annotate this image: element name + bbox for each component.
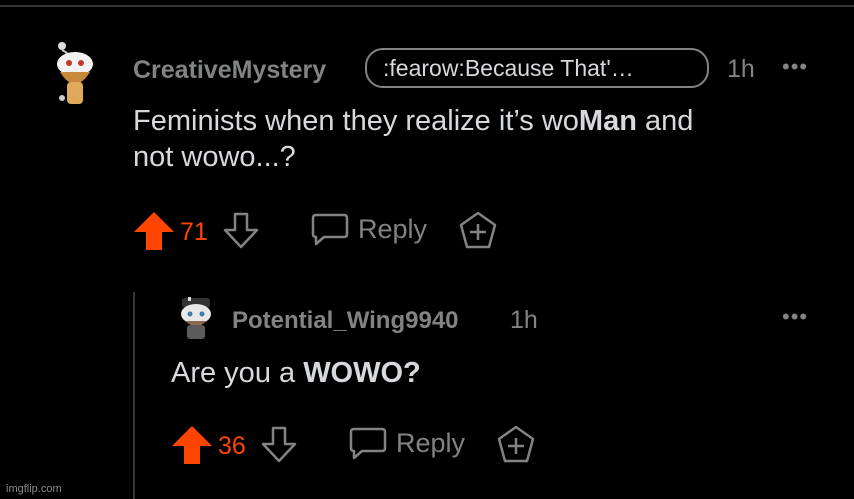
reply-button[interactable]: Reply: [310, 212, 427, 246]
more-options-icon[interactable]: •••: [782, 306, 808, 328]
thread-line[interactable]: [133, 292, 135, 499]
comment-bubble-icon: [349, 427, 387, 460]
snoo-avatar-icon[interactable]: [176, 296, 216, 341]
comment-bubble-icon: [311, 213, 349, 246]
comment-time: 1h: [727, 55, 755, 83]
award-plus-icon[interactable]: [458, 211, 498, 256]
reply-button[interactable]: Reply: [348, 426, 465, 460]
downvote-arrow-icon[interactable]: [260, 426, 298, 469]
upvote-arrow-icon[interactable]: [172, 426, 212, 469]
comment-username[interactable]: CreativeMystery: [133, 56, 326, 85]
watermark: imgflip.com: [6, 483, 62, 495]
downvote-arrow-icon[interactable]: [222, 212, 260, 255]
snoo-avatar-icon[interactable]: [48, 38, 103, 108]
reply-body: Are you a WOWO?: [171, 357, 421, 389]
reply-vote-count: 36: [218, 432, 246, 460]
comment-vote-count: 71: [180, 218, 208, 246]
more-options-icon[interactable]: •••: [782, 56, 808, 78]
reply-username[interactable]: Potential_Wing9940: [232, 307, 459, 335]
award-plus-icon[interactable]: [496, 425, 536, 470]
user-flair[interactable]: :fearow:Because That'…: [365, 48, 709, 88]
reply-time: 1h: [510, 306, 538, 334]
top-divider: [0, 5, 854, 7]
reply-label: Reply: [358, 213, 428, 244]
upvote-arrow-icon[interactable]: [134, 212, 174, 255]
comment-body: Feminists when they realize it’s woMan a…: [133, 105, 694, 174]
reply-label: Reply: [396, 427, 466, 458]
